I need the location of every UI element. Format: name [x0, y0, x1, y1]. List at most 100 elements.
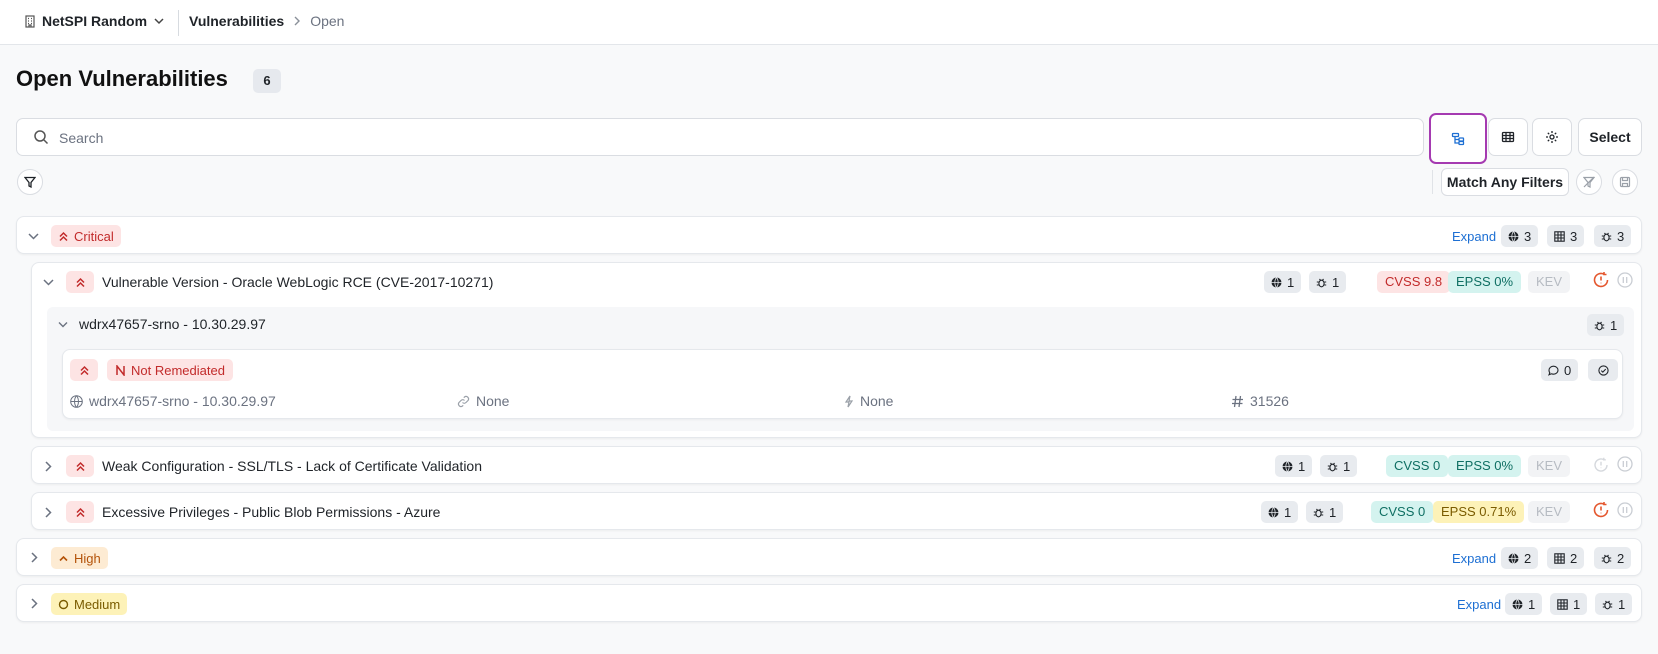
hash-icon: [1231, 395, 1244, 408]
chevron-right-icon: [292, 15, 302, 27]
asset-count-badge: 1: [1264, 271, 1302, 293]
table-icon: [1554, 230, 1565, 242]
chevron-right-icon[interactable]: [28, 551, 40, 564]
select-button[interactable]: Select: [1578, 118, 1642, 156]
instance-count-badge: 1: [1550, 593, 1588, 615]
filter-button[interactable]: [17, 169, 43, 195]
check-circle-icon: [1597, 364, 1609, 376]
bug-count-badge: 3: [1594, 225, 1632, 247]
search-icon: [33, 129, 49, 145]
bug-icon: [1313, 507, 1324, 518]
vulnerability-row[interactable]: Vulnerable Version - Oracle WebLogic RCE…: [31, 262, 1642, 438]
vulnerability-row[interactable]: Excessive Privileges - Public Blob Permi…: [31, 492, 1642, 530]
building-icon: [24, 14, 36, 28]
severity-badge-high: High: [51, 547, 108, 569]
breadcrumb-vulnerabilities[interactable]: Vulnerabilities: [189, 13, 284, 29]
bug-icon: [1316, 277, 1327, 288]
pause-icon[interactable]: [1617, 272, 1633, 288]
clock-icon[interactable]: [1593, 457, 1609, 473]
chevron-right-icon[interactable]: [42, 460, 54, 473]
chevron-down-icon[interactable]: [42, 276, 55, 288]
chevron-down-icon[interactable]: [57, 319, 69, 330]
pause-icon[interactable]: [1617, 456, 1633, 472]
bug-count-badge: 1: [1320, 455, 1358, 477]
save-filter-icon: [1619, 176, 1631, 188]
epss-badge: EPSS 0%: [1448, 455, 1522, 477]
cvss-badge: CVSS 9.8: [1377, 271, 1451, 293]
expand-link[interactable]: Expand: [1452, 229, 1496, 244]
severity-badge-medium: Medium: [51, 593, 128, 615]
asset-count-badge: 2: [1501, 547, 1539, 569]
severity-icon-critical: [66, 455, 94, 477]
verify-button[interactable]: [1588, 359, 1618, 381]
status-badge: Not Remediated: [107, 359, 233, 381]
severity-label: Medium: [74, 596, 121, 612]
epss-badge: EPSS 0.71%: [1433, 501, 1525, 523]
bug-count-badge: 2: [1594, 547, 1632, 569]
overdue-clock-icon[interactable]: [1592, 271, 1610, 289]
vulnerability-row[interactable]: Weak Configuration - SSL/TLS - Lack of C…: [31, 446, 1642, 484]
epss-badge: EPSS 0%: [1448, 271, 1522, 293]
severity-group-critical[interactable]: Critical Expand 3 3 3: [16, 216, 1642, 254]
tree-view-button[interactable]: [1429, 113, 1487, 164]
pause-icon[interactable]: [1617, 502, 1633, 518]
vulnerability-title: Weak Configuration - SSL/TLS - Lack of C…: [102, 458, 482, 474]
finding-link: None: [457, 393, 509, 409]
clear-filter-icon: [1583, 176, 1595, 188]
host-group: wdrx47657-srno - 10.30.29.97 1 Not Remed…: [47, 307, 1634, 431]
globe-icon: [1512, 598, 1523, 610]
cvss-badge: CVSS 0: [1386, 455, 1449, 477]
bug-count-badge: 1: [1309, 271, 1347, 293]
expand-link[interactable]: Expand: [1452, 551, 1496, 566]
instance-count-badge: 3: [1547, 225, 1585, 247]
globe-icon: [1271, 276, 1282, 288]
comment-count-badge[interactable]: 0: [1541, 359, 1579, 381]
instance-count-badge: 2: [1547, 547, 1585, 569]
table-view-icon: [1501, 130, 1515, 144]
search-input[interactable]: [59, 127, 1399, 149]
severity-group-high[interactable]: High Expand 2 2 2: [16, 538, 1642, 576]
chevron-down-icon[interactable]: [27, 230, 40, 242]
divider: [1432, 170, 1433, 194]
chevron-right-icon[interactable]: [42, 506, 54, 519]
chevron-up-icon: [58, 553, 69, 564]
asset-count-badge: 3: [1501, 225, 1539, 247]
globe-icon: [1268, 506, 1279, 518]
double-chevron-up-icon: [75, 507, 86, 518]
link-icon: [457, 395, 470, 408]
vulnerability-title: Vulnerable Version - Oracle WebLogic RCE…: [102, 274, 494, 290]
vulnerability-count-badge: 6: [253, 69, 281, 93]
finding-source: None: [844, 393, 893, 409]
double-chevron-up-icon: [79, 365, 90, 376]
settings-button[interactable]: [1532, 118, 1572, 156]
org-switcher[interactable]: NetSPI Random: [24, 13, 165, 29]
host-name[interactable]: wdrx47657-srno - 10.30.29.97: [79, 316, 266, 332]
page-title: Open Vulnerabilities: [16, 66, 228, 91]
asset-count-badge: 1: [1275, 455, 1313, 477]
severity-icon-critical: [70, 359, 98, 381]
filter-icon: [24, 176, 36, 188]
severity-label: High: [74, 550, 101, 566]
table-icon: [1557, 598, 1568, 610]
overdue-clock-icon[interactable]: [1592, 501, 1610, 519]
asset-count-badge: 1: [1261, 501, 1299, 523]
severity-icon-critical: [66, 271, 94, 293]
cvss-badge: CVSS 0: [1371, 501, 1434, 523]
clear-filters-button[interactable]: [1576, 169, 1602, 195]
finding-card[interactable]: Not Remediated 0 wdrx47657-srno - 10.30.…: [62, 349, 1623, 419]
double-chevron-up-icon: [58, 231, 69, 242]
not-remediated-icon: [115, 364, 126, 376]
finding-asset[interactable]: wdrx47657-srno - 10.30.29.97: [70, 393, 276, 409]
expand-link[interactable]: Expand: [1457, 597, 1501, 612]
globe-icon: [1508, 230, 1519, 242]
save-filters-button[interactable]: [1612, 169, 1638, 195]
bug-count-badge: 1: [1595, 593, 1633, 615]
circle-icon: [58, 599, 69, 610]
bug-icon: [1601, 231, 1612, 242]
chevron-right-icon[interactable]: [28, 597, 40, 610]
table-view-button[interactable]: [1488, 118, 1528, 156]
severity-group-medium[interactable]: Medium Expand 1 1 1: [16, 584, 1642, 622]
vulnerability-title: Excessive Privileges - Public Blob Permi…: [102, 504, 441, 520]
match-any-filters-button[interactable]: Match Any Filters: [1441, 168, 1569, 196]
bug-icon: [1327, 461, 1338, 472]
